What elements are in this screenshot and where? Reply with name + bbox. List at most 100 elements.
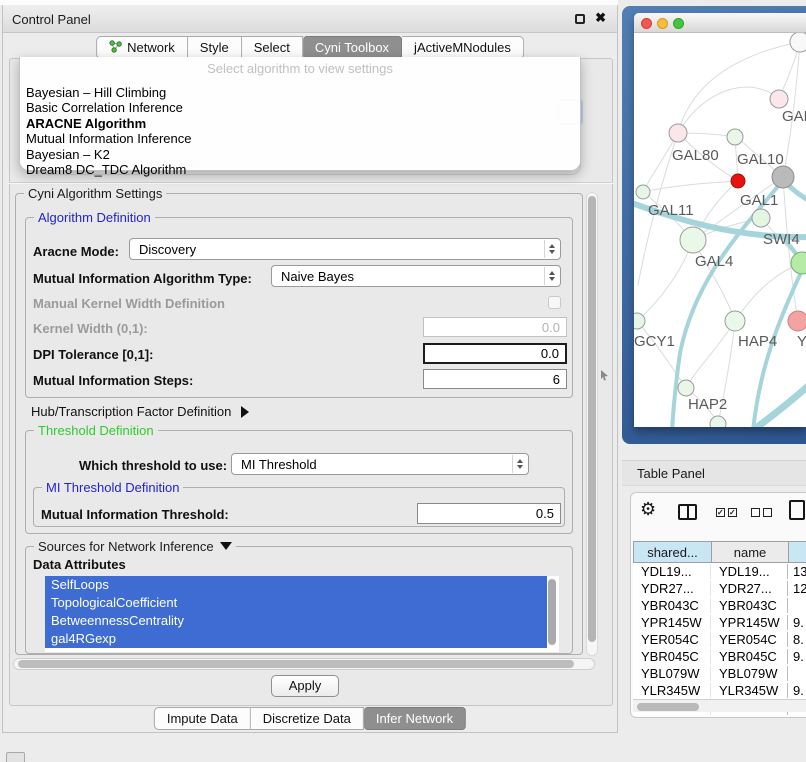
close-light-icon[interactable] (641, 18, 652, 29)
network-window-titlebar[interactable] (634, 13, 806, 33)
network-node[interactable] (669, 124, 687, 142)
mi-steps-label: Mutual Information Steps: (33, 373, 193, 388)
attribute-item[interactable]: BetweennessCentrality (45, 612, 547, 630)
stepper-icon (544, 240, 559, 258)
network-node[interactable] (710, 416, 726, 427)
table-cell: YBR045C (711, 649, 788, 664)
settings-vertical-scrollbar[interactable] (586, 192, 598, 656)
which-threshold-select[interactable]: MI Threshold (231, 453, 529, 475)
tab-label: Network (127, 40, 175, 55)
document-icon[interactable] (789, 500, 805, 520)
table-panel: ⚙ ✓✓ shared...nameA YDL19...YDL19...13YD… (630, 492, 806, 718)
tab-jactivemnodules[interactable]: jActiveMNodules (402, 36, 524, 59)
manual-kernel-checkbox[interactable] (548, 296, 561, 309)
network-node[interactable] (788, 311, 806, 331)
table-cell: 13 (788, 564, 806, 579)
attribute-item[interactable]: gal4RGexp (45, 630, 547, 648)
network-node[interactable] (770, 90, 788, 108)
network-node[interactable] (678, 380, 694, 396)
checked-boxes-icon[interactable]: ✓✓ (716, 508, 737, 517)
network-node[interactable] (791, 252, 806, 274)
algorithm-option[interactable]: ARACNE Algorithm (24, 116, 576, 131)
table-cell: YBR045C (633, 649, 711, 664)
network-node[interactable] (636, 185, 650, 199)
node-label: GAL1 (740, 192, 778, 209)
scrollbar-thumb[interactable] (637, 703, 699, 711)
minimize-light-icon[interactable] (657, 18, 668, 29)
network-icon (109, 40, 122, 56)
attribute-item[interactable]: SelfLoops (45, 576, 547, 594)
unchecked-boxes-icon[interactable] (751, 508, 772, 517)
apply-button[interactable]: Apply (271, 675, 339, 697)
algorithm-option[interactable]: Bayesian – K2 (24, 147, 576, 162)
network-node[interactable] (634, 313, 645, 329)
tab-label: Style (200, 40, 229, 55)
split-view-icon[interactable] (678, 504, 697, 520)
algorithm-list: Bayesian – Hill ClimbingBasic Correlatio… (24, 85, 576, 177)
network-node[interactable] (725, 311, 745, 331)
tab-label: Cyni Toolbox (315, 40, 389, 55)
aracne-mode-value: Discovery (139, 242, 196, 257)
table-row[interactable]: YER054CYER054C8. (633, 631, 806, 648)
network-edge (686, 321, 735, 388)
node-label: GAL80 (672, 147, 719, 164)
column-header[interactable]: A (789, 542, 806, 562)
scrollbar-thumb[interactable] (18, 660, 574, 668)
table-row[interactable]: YBR043CYBR043C (633, 597, 806, 614)
table-row[interactable]: YBL079WYBL079W (633, 665, 806, 682)
tab-cyni-toolbox[interactable]: Cyni Toolbox (303, 36, 402, 59)
attribute-list-scrollbar[interactable] (548, 579, 556, 645)
network-node[interactable] (727, 129, 743, 145)
mi-threshold-field[interactable]: 0.5 (417, 503, 561, 524)
table-row[interactable]: YPR145WYPR145W9. (633, 614, 806, 631)
column-header[interactable]: shared... (634, 542, 712, 562)
tab-discretize-data[interactable]: Discretize Data (251, 707, 364, 730)
tab-infer-network[interactable]: Infer Network (364, 707, 466, 730)
table-header-row: shared...nameA (633, 541, 806, 563)
node-label: GAL4 (695, 253, 733, 270)
algorithm-option[interactable]: Basic Correlation Inference (24, 100, 576, 115)
algorithm-option[interactable]: Mutual Information Inference (24, 131, 576, 146)
hub-section-toggle[interactable]: Hub/Transcription Factor Definition (31, 404, 249, 419)
gear-icon[interactable]: ⚙ (640, 499, 656, 520)
table-horizontal-scrollbar[interactable] (633, 699, 806, 712)
tab-impute-data[interactable]: Impute Data (154, 707, 251, 730)
zoom-light-icon[interactable] (673, 18, 684, 29)
mi-steps-field[interactable]: 6 (423, 369, 567, 389)
table-row[interactable]: YDR27...YDR27...12 (633, 580, 806, 597)
algorithm-option[interactable]: Bayesian – Hill Climbing (24, 85, 576, 100)
tab-select[interactable]: Select (242, 36, 303, 59)
close-icon[interactable]: ✖ (595, 10, 606, 26)
algorithm-option[interactable]: Dream8 DC_TDC Algorithm (24, 162, 576, 177)
table-cell: YLR345W (633, 683, 711, 698)
settings-horizontal-scrollbar[interactable] (13, 658, 595, 670)
tab-label: Infer Network (376, 711, 453, 726)
table-row[interactable]: YBR045CYBR045C9. (633, 648, 806, 665)
table-cell: 12 (788, 581, 806, 596)
tab-network[interactable]: Network (96, 36, 188, 59)
attribute-item[interactable]: TopologicalCoefficient (45, 594, 547, 612)
network-node[interactable] (680, 227, 706, 253)
table-row[interactable]: YLR345WYLR345W9. (633, 682, 806, 699)
network-view[interactable]: GALGAL80GAL10GAL11GAL1SWI4GAL4GCY1HAP4YH… (634, 33, 806, 427)
network-node[interactable] (752, 209, 770, 227)
aracne-mode-select[interactable]: Discovery (129, 238, 561, 260)
network-node[interactable] (772, 166, 794, 188)
scrollbar-thumb[interactable] (588, 196, 596, 642)
aracne-mode-label: Aracne Mode: (33, 244, 119, 259)
bottom-tab-row: Impute DataDiscretize Data Infer Network (154, 707, 466, 730)
attribute-list: SelfLoopsTopologicalCoefficientBetweenne… (45, 576, 559, 652)
sources-title[interactable]: Sources for Network Inference (34, 539, 236, 554)
column-header[interactable]: name (712, 542, 789, 562)
network-node[interactable] (790, 33, 806, 52)
network-node[interactable] (731, 174, 745, 188)
table-cell: YER054C (633, 632, 711, 647)
dpi-tolerance-field[interactable]: 0.0 (423, 343, 567, 364)
tab-style[interactable]: Style (188, 36, 242, 59)
mi-type-select[interactable]: Naive Bayes (271, 265, 561, 287)
float-icon[interactable] (575, 14, 585, 24)
table-row[interactable]: YDL19...YDL19...13 (633, 563, 806, 580)
collapsed-panel-grip[interactable] (6, 752, 25, 762)
mi-threshold-value: 0.5 (536, 506, 554, 521)
kernel-width-field[interactable]: 0.0 (423, 317, 567, 337)
